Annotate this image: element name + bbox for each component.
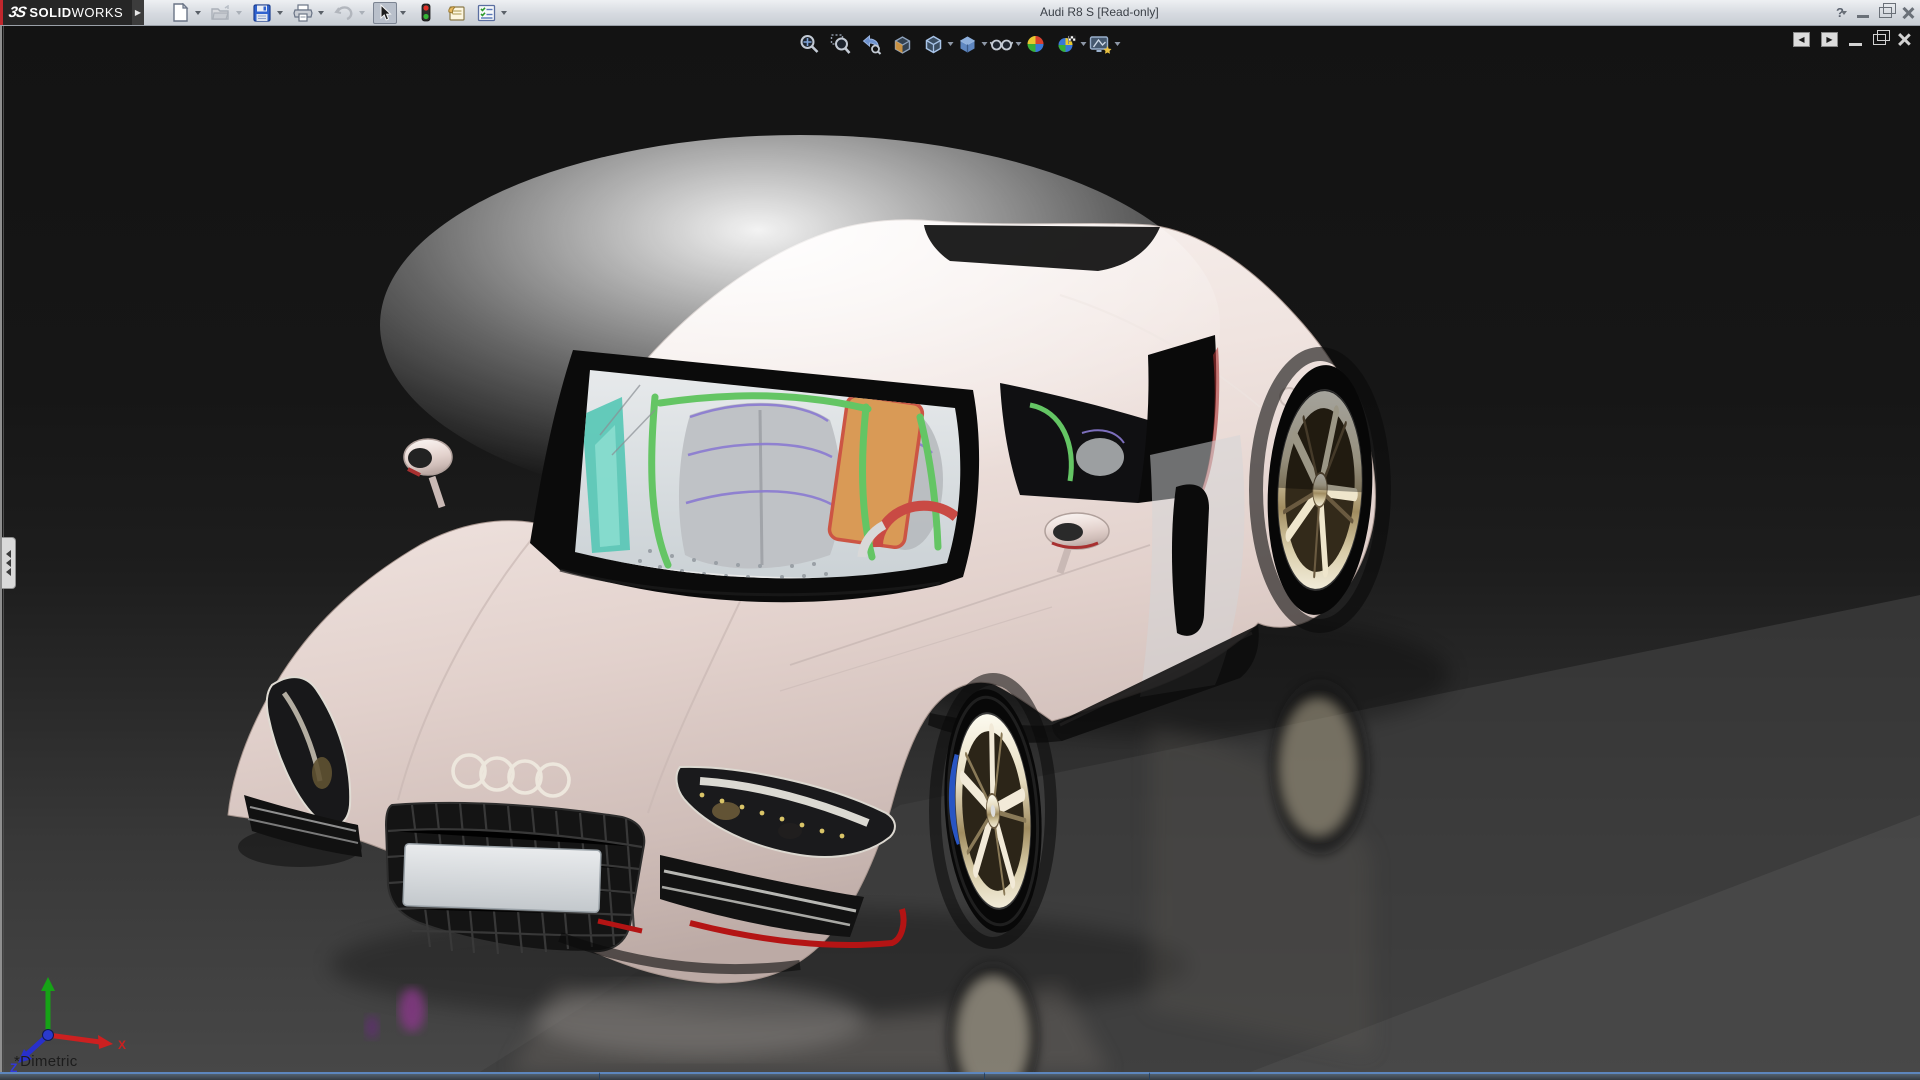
- feature-tree-flyout-tab[interactable]: [2, 537, 16, 589]
- minimize-document-button[interactable]: [1849, 42, 1862, 46]
- new-document-dropdown[interactable]: [192, 2, 203, 24]
- front-grille[interactable]: [384, 801, 646, 955]
- select-dropdown[interactable]: [397, 2, 408, 24]
- new-document-icon: [172, 3, 188, 22]
- document-window-controls: ◀ ▶: [1793, 30, 1910, 47]
- save-dropdown[interactable]: [274, 2, 285, 24]
- previous-view-button[interactable]: [860, 32, 884, 56]
- restore-document-button[interactable]: [1873, 30, 1890, 45]
- windshield[interactable]: [530, 350, 980, 603]
- collapse-right-pane-button[interactable]: ▶: [1821, 32, 1838, 47]
- restore-button[interactable]: [1879, 3, 1896, 18]
- apply-scene-button[interactable]: [1055, 32, 1079, 56]
- license-plate: [402, 842, 602, 914]
- help-button[interactable]: ?: [1836, 5, 1847, 20]
- model-scene[interactable]: [0, 25, 1920, 1072]
- printer-icon: [293, 3, 313, 22]
- x-axis-arrow: [98, 1035, 113, 1049]
- status-strip: [0, 1072, 1920, 1080]
- status-segment: [600, 1072, 985, 1080]
- titlebar: 3S SOLIDWORKS ▶ Audi R8 S [Read-only] ?: [0, 0, 1920, 26]
- open-dropdown[interactable]: [233, 2, 244, 24]
- view-orientation-label: *Dimetric: [14, 1053, 78, 1070]
- print-dropdown[interactable]: [315, 2, 326, 24]
- triad-origin: [42, 1029, 54, 1041]
- minimize-button[interactable]: [1857, 15, 1869, 18]
- view-orientation-button[interactable]: [922, 32, 946, 56]
- view-cube-icon: [925, 35, 942, 54]
- zoom-to-area-button[interactable]: [829, 32, 853, 56]
- scene-ball-icon: [1058, 35, 1076, 52]
- pane-right-arrow-icon: ▶: [1826, 34, 1833, 44]
- zoom-fit-icon: [800, 35, 819, 53]
- previous-view-icon: [862, 34, 882, 55]
- status-segment: [1150, 1072, 1920, 1080]
- color-ball-icon: [1027, 36, 1044, 52]
- undo-button[interactable]: [332, 2, 356, 24]
- open-button[interactable]: [209, 2, 233, 24]
- solidworks-logo: 3S SOLIDWORKS: [0, 0, 132, 25]
- pane-left-arrow-icon: ◀: [1798, 34, 1805, 44]
- eyeglasses-icon: [989, 39, 1014, 51]
- print-button[interactable]: [291, 2, 315, 24]
- solidworks-logo-glyph: 3S: [7, 4, 28, 21]
- window-controls: ?: [1836, 0, 1914, 25]
- undo-dropdown[interactable]: [356, 2, 367, 24]
- open-folder-icon: [211, 4, 229, 20]
- close-document-button[interactable]: [1897, 33, 1910, 46]
- status-segment: [0, 1072, 600, 1080]
- x-axis-label: X: [118, 1038, 126, 1052]
- view-settings-icon: [1089, 36, 1112, 54]
- toolbar-expand-button[interactable]: ▶: [132, 0, 144, 25]
- view-orientation-dropdown[interactable]: [946, 32, 956, 56]
- display-style-icon: [960, 36, 975, 53]
- document-title: Audi R8 S [Read-only]: [1040, 5, 1159, 19]
- help-dropdown-icon: [1841, 10, 1847, 15]
- mirror-left[interactable]: [403, 438, 453, 509]
- undo-arrow-icon: [334, 6, 353, 21]
- checklist-dropdown[interactable]: [498, 2, 509, 24]
- collapse-triangle-icon: [6, 559, 11, 567]
- note-button[interactable]: [444, 2, 468, 24]
- collapse-triangle-icon: [6, 568, 11, 576]
- note-icon: [447, 5, 465, 21]
- select-cursor-icon: [380, 3, 392, 21]
- section-view-icon: [894, 36, 911, 54]
- save-button[interactable]: [250, 2, 274, 24]
- apply-scene-dropdown[interactable]: [1079, 32, 1089, 56]
- checklist-icon: [477, 4, 495, 21]
- reflection-magenta-spot: [399, 988, 425, 1032]
- collapse-left-pane-button[interactable]: ◀: [1793, 32, 1810, 47]
- collapse-triangle-icon: [6, 550, 11, 558]
- checklist-button[interactable]: [474, 2, 498, 24]
- traffic-light-icon: [421, 3, 431, 22]
- edit-appearance-button[interactable]: [1024, 32, 1048, 56]
- section-view-button[interactable]: [891, 32, 915, 56]
- hide-show-dropdown[interactable]: [1014, 32, 1024, 56]
- zoom-to-fit-button[interactable]: [798, 32, 822, 56]
- y-axis-arrow: [41, 977, 55, 991]
- solidworks-logo-text: SOLIDWORKS: [29, 5, 124, 20]
- main-toolbar: [168, 0, 509, 25]
- view-settings-button[interactable]: [1089, 32, 1113, 56]
- display-style-dropdown[interactable]: [980, 32, 990, 56]
- save-floppy-icon: [253, 3, 271, 22]
- new-document-button[interactable]: [168, 2, 192, 24]
- select-button[interactable]: [373, 1, 397, 24]
- status-segment: [985, 1072, 1150, 1080]
- heads-up-view-toolbar: [798, 32, 1123, 56]
- close-button[interactable]: [1902, 7, 1914, 19]
- graphics-viewport[interactable]: ◀ ▶ X Z *Dimetric: [0, 25, 1920, 1072]
- display-style-button[interactable]: [956, 32, 980, 56]
- zoom-area-icon: [830, 34, 851, 54]
- hide-show-items-button[interactable]: [989, 32, 1014, 56]
- side-air-intake: [1171, 484, 1209, 636]
- traffic-light-button[interactable]: [414, 2, 438, 24]
- view-settings-dropdown[interactable]: [1113, 32, 1123, 56]
